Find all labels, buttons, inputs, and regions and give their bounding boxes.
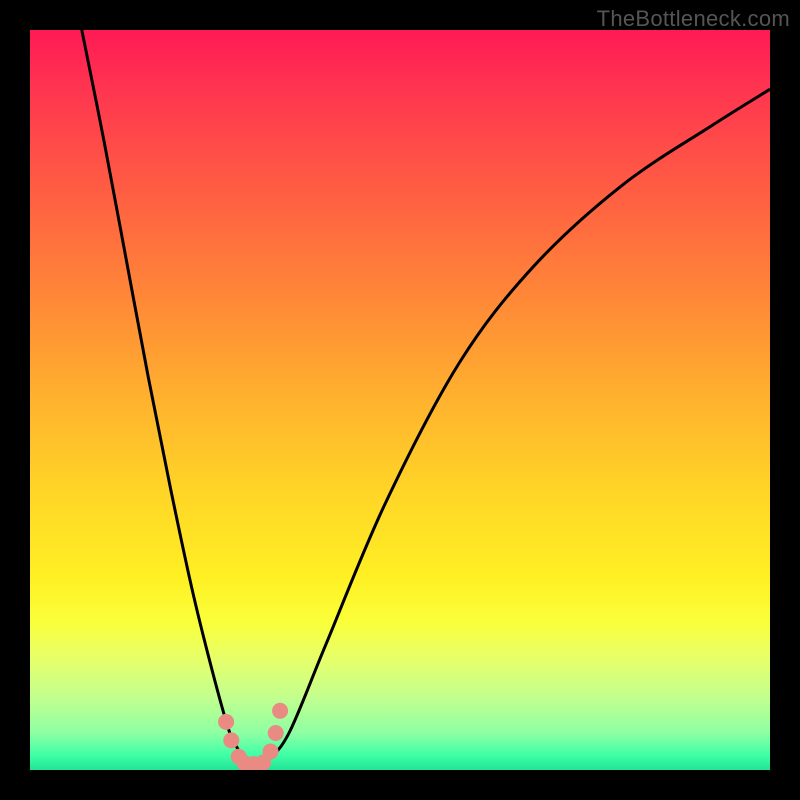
marker-point bbox=[268, 725, 284, 741]
marker-point bbox=[263, 744, 279, 760]
plot-area bbox=[30, 30, 770, 770]
curve-path bbox=[82, 30, 770, 764]
marker-point bbox=[272, 703, 288, 719]
marker-point bbox=[218, 714, 234, 730]
chart-container: TheBottleneck.com bbox=[0, 0, 800, 800]
curve-markers bbox=[218, 703, 288, 770]
watermark-text: TheBottleneck.com bbox=[597, 6, 790, 32]
chart-svg bbox=[30, 30, 770, 770]
marker-point bbox=[223, 732, 239, 748]
